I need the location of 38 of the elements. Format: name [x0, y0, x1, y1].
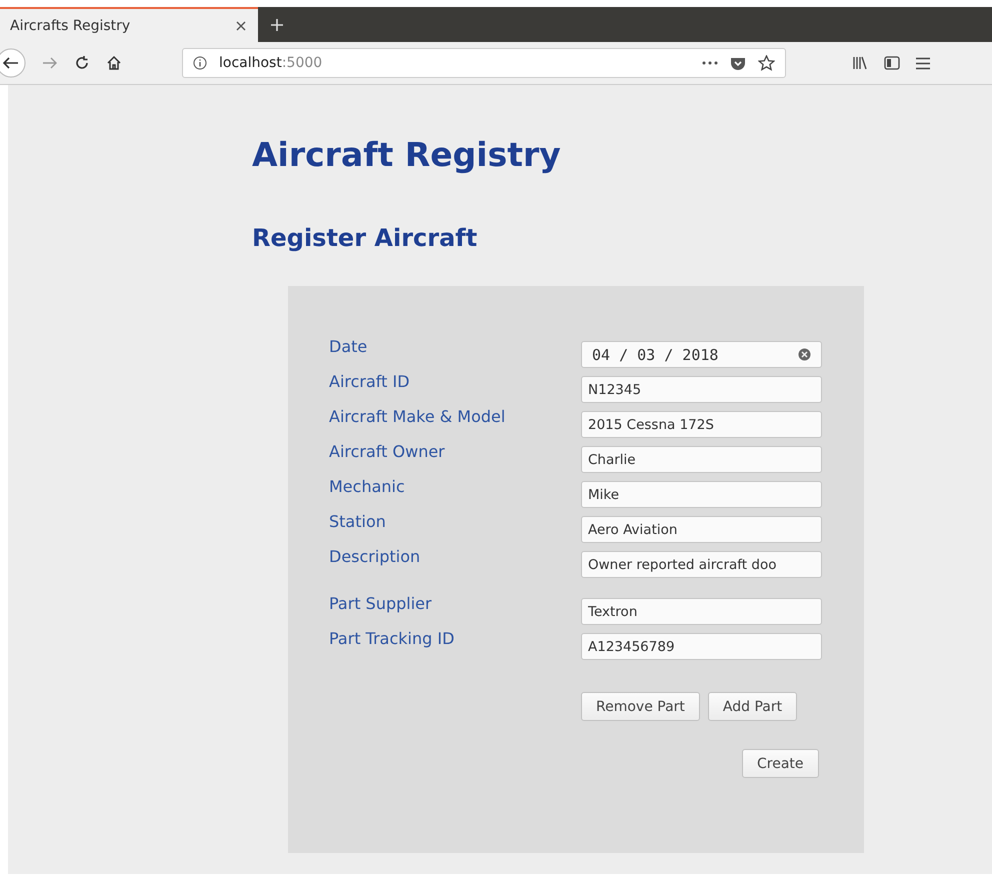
text-field[interactable]: 2015 Cessna 172S: [581, 411, 822, 438]
field-label: Part Supplier: [329, 594, 433, 613]
back-icon[interactable]: [0, 48, 26, 78]
field-label: Aircraft ID: [329, 372, 411, 391]
field-label: Aircraft Make & Model: [329, 407, 506, 426]
date-field[interactable]: 04 / 03 / 2018: [581, 341, 822, 368]
part-button[interactable]: Remove Part: [581, 692, 700, 721]
sidebar-icon[interactable]: [884, 56, 900, 70]
text-field[interactable]: Mike: [581, 481, 822, 508]
part-button[interactable]: Add Part: [708, 692, 798, 721]
menu-icon[interactable]: [916, 56, 930, 70]
page-title: Aircraft Registry: [252, 135, 562, 174]
create-button[interactable]: Create: [742, 749, 819, 778]
home-icon[interactable]: [106, 55, 122, 71]
field-label: Part Tracking ID: [329, 629, 456, 648]
text-field[interactable]: Owner reported aircraft doo: [581, 551, 822, 578]
browser-tab[interactable]: Aircrafts Registry: [0, 7, 258, 42]
text-field[interactable]: Textron: [581, 598, 822, 625]
library-icon[interactable]: [852, 56, 868, 70]
more-icon[interactable]: [702, 61, 718, 65]
field-label: Aircraft Owner: [329, 442, 446, 461]
clear-icon[interactable]: [798, 348, 811, 361]
address-bar[interactable]: localhost:5000: [182, 48, 786, 78]
field-label: Mechanic: [329, 477, 406, 496]
text-field[interactable]: Aero Aviation: [581, 516, 822, 543]
field-label: Station: [329, 512, 387, 531]
star-icon[interactable]: [758, 55, 775, 71]
section-title: Register Aircraft: [252, 224, 478, 252]
text-field[interactable]: A123456789: [581, 633, 822, 660]
text-field[interactable]: N12345: [581, 376, 822, 403]
close-icon[interactable]: [236, 20, 246, 30]
field-label: Description: [329, 547, 422, 566]
reload-icon[interactable]: [74, 55, 90, 71]
text-field[interactable]: Charlie: [581, 446, 822, 473]
pocket-icon[interactable]: [730, 56, 746, 70]
new-tab-icon[interactable]: [270, 18, 284, 32]
info-icon[interactable]: [193, 56, 207, 70]
field-label: Date: [329, 337, 368, 356]
